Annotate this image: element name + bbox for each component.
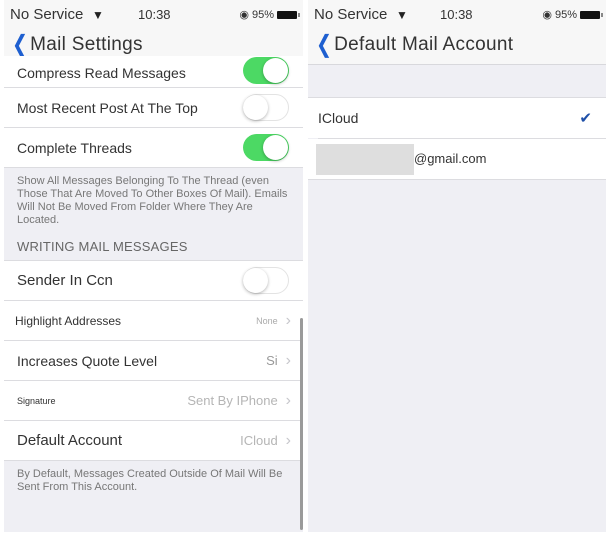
- account-list: ICloud ✔ @gmail.com: [308, 97, 606, 180]
- most-recent-on-top-toggle[interactable]: [243, 94, 289, 121]
- row-label: Default Account: [17, 432, 123, 449]
- chevron-left-icon: ❮: [316, 31, 333, 58]
- row-value: Si: [266, 353, 278, 368]
- toggle-knob: [263, 135, 288, 160]
- settings-row-increase-quote-level[interactable]: Increases Quote Level Si ›: [4, 341, 303, 381]
- chevron-right-icon: ›: [285, 311, 291, 329]
- row-label: Signature: [17, 395, 56, 406]
- back-button[interactable]: ❮ Default Mail Account: [314, 31, 513, 59]
- chevron-right-icon: ›: [285, 431, 291, 449]
- row-label: Complete Threads: [17, 139, 132, 156]
- mail-settings-screen: No Service ▼ 10:38 ◉ 95% ❮ Mail Settings…: [4, 0, 303, 532]
- toggle-knob: [243, 95, 268, 120]
- battery-percent: 95%: [554, 8, 577, 21]
- toggle-knob: [243, 268, 268, 293]
- account-label: ICloud: [318, 110, 359, 126]
- carrier-label: No Service: [10, 6, 84, 23]
- status-bar: No Service ▼ 10:38 ◉ 95%: [308, 0, 606, 28]
- page-title: Default Mail Account: [334, 34, 514, 55]
- default-mail-account-screen: No Service ▼ 10:38 ◉ 95% ❮ Default Mail …: [308, 0, 606, 532]
- settings-row-sender-in-ccn[interactable]: Sender In Ccn: [4, 261, 303, 301]
- settings-row-compress-read-messages[interactable]: Compress Read Messages: [4, 56, 303, 88]
- row-value: Sent By IPhone: [187, 393, 278, 408]
- account-row-icloud[interactable]: ICloud ✔: [308, 98, 606, 138]
- battery-percent: 95%: [251, 8, 274, 21]
- chevron-left-icon: ❮: [12, 31, 29, 58]
- chevron-right-icon: ›: [285, 391, 291, 409]
- time-label: 10:38: [440, 7, 473, 22]
- toggle-knob: [263, 58, 288, 83]
- status-bar: No Service ▼ 10:38 ◉ 95%: [4, 0, 303, 28]
- account-label: @gmail.com: [414, 150, 487, 166]
- list-bottom-border: [308, 179, 606, 180]
- threading-settings-list: Compress Read Messages Most Recent Post …: [4, 56, 303, 498]
- default-account-footer-note: By Default, Messages Created Outside Of …: [4, 461, 303, 498]
- account-label-wrapper: @gmail.com: [316, 143, 606, 175]
- navigation-bar: ❮ Default Mail Account: [308, 28, 606, 65]
- row-label: Most Recent Post At The Top: [17, 99, 198, 116]
- checkmark-icon: ✔: [579, 110, 592, 127]
- rotation-lock-icon: ◉: [542, 9, 552, 21]
- carrier-label: No Service: [314, 6, 388, 23]
- settings-row-complete-threads[interactable]: Complete Threads: [4, 128, 303, 168]
- wifi-icon: ▼: [396, 8, 408, 22]
- status-right: ◉ 95%: [542, 8, 603, 21]
- row-label: Sender In Ccn: [17, 272, 113, 289]
- threading-footer-note: Show All Messages Belonging To The Threa…: [4, 168, 303, 227]
- back-button[interactable]: ❮ Mail Settings: [10, 31, 143, 59]
- complete-threads-toggle[interactable]: [243, 134, 289, 161]
- scrollbar[interactable]: [300, 318, 303, 530]
- compress-read-messages-toggle[interactable]: [243, 57, 289, 84]
- settings-row-default-account[interactable]: Default Account ICloud ›: [4, 421, 303, 461]
- wifi-icon: ▼: [92, 8, 104, 22]
- account-row-gmail[interactable]: @gmail.com: [308, 139, 606, 179]
- time-label: 10:38: [138, 7, 171, 22]
- battery-icon: [277, 10, 300, 19]
- row-value: None: [256, 315, 278, 326]
- settings-row-most-recent-on-top[interactable]: Most Recent Post At The Top: [4, 88, 303, 128]
- row-value: ICloud: [240, 433, 278, 448]
- rotation-lock-icon: ◉: [239, 9, 249, 21]
- status-right: ◉ 95%: [239, 8, 300, 21]
- settings-row-signature[interactable]: Signature Sent By IPhone ›: [4, 381, 303, 421]
- chevron-right-icon: ›: [285, 351, 291, 369]
- battery-icon: [580, 10, 603, 19]
- section-header-writing: WRITING MAIL MESSAGES: [4, 227, 303, 261]
- sender-in-ccn-toggle[interactable]: [243, 267, 289, 294]
- row-label: Highlight Addresses: [15, 313, 122, 328]
- page-title: Mail Settings: [30, 34, 143, 55]
- settings-row-highlight-addresses[interactable]: Highlight Addresses None ›: [4, 301, 303, 341]
- redacted-email-prefix: [316, 143, 414, 175]
- row-label: Compress Read Messages: [17, 65, 186, 81]
- row-label: Increases Quote Level: [17, 352, 158, 369]
